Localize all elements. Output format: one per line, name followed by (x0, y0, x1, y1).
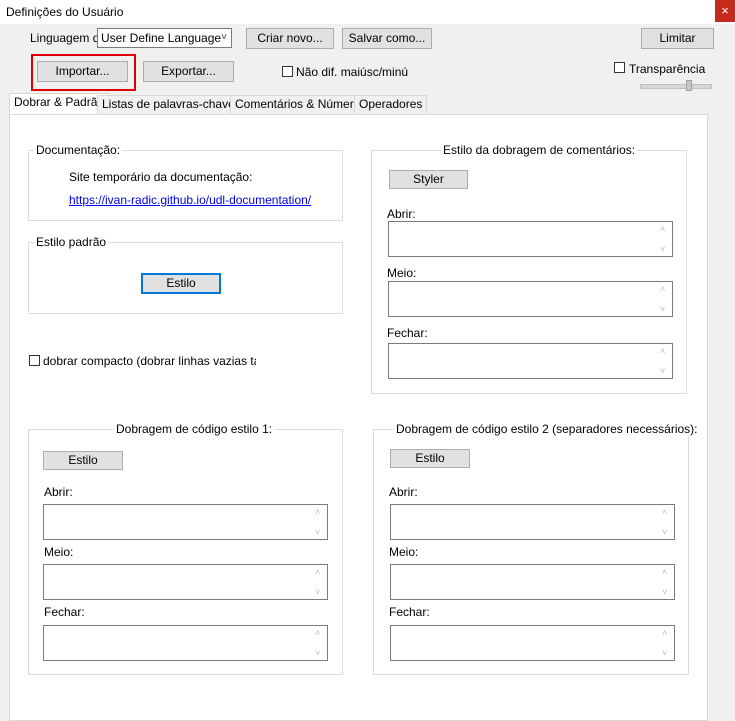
export-button[interactable]: Exportar... (143, 61, 234, 82)
title-bar: Definições do Usuário × (0, 0, 735, 24)
comment-fold-open-input[interactable]: ˄ ˅ (388, 221, 673, 257)
comment-fold-close-label: Fechar: (387, 326, 428, 340)
code-fold2-close-label: Fechar: (389, 605, 430, 619)
scroll-down-icon: ˅ (662, 648, 668, 658)
compact-fold-checkbox[interactable] (29, 355, 40, 366)
default-style-title: Estilo padrão (34, 235, 109, 249)
chevron-down-icon: ˅ (221, 32, 227, 43)
code-fold2-middle-input[interactable]: ˄ ˅ (390, 564, 675, 600)
comment-fold-close-scrollbar[interactable]: ˄ ˅ (656, 344, 672, 378)
scroll-down-icon: ˅ (315, 648, 321, 658)
transparency-label: Transparência (629, 62, 706, 76)
code-fold1-open-scrollbar[interactable]: ˄ ˅ (311, 505, 327, 539)
code-fold1-open-input[interactable]: ˄ ˅ (43, 504, 328, 540)
comment-fold-open-label: Abrir: (387, 207, 416, 221)
scroll-down-icon: ˅ (660, 366, 666, 376)
code-fold1-style-button[interactable]: Estilo (43, 451, 123, 470)
transparency-checkbox[interactable] (614, 62, 625, 73)
comment-fold-title: Estilo da dobragem de comentários: (441, 143, 638, 157)
documentation-group (28, 150, 343, 221)
comment-fold-middle-label: Meio: (387, 266, 417, 280)
scroll-up-icon: ˄ (660, 284, 666, 294)
code-fold2-middle-scrollbar[interactable]: ˄ ˅ (658, 565, 674, 599)
close-icon[interactable]: × (715, 0, 735, 22)
code-fold2-open-scrollbar[interactable]: ˄ ˅ (658, 505, 674, 539)
code-fold2-middle-label: Meio: (389, 545, 419, 559)
default-style-button[interactable]: Estilo (141, 273, 221, 294)
code-fold2-open-label: Abrir: (389, 485, 418, 499)
language-label: Linguagem do (30, 31, 107, 45)
temp-site-label: Site temporário da documentação: (69, 170, 253, 184)
code-fold1-middle-label: Meio: (44, 545, 74, 559)
tab-operators[interactable]: Operadores (354, 95, 428, 114)
code-fold1-title: Dobragem de código estilo 1: (114, 422, 275, 436)
comment-fold-middle-scrollbar[interactable]: ˄ ˅ (656, 282, 672, 316)
tab-keyword-lists[interactable]: Listas de palavras-chave (97, 95, 240, 114)
comment-fold-styler-button[interactable]: Styler (389, 170, 468, 189)
save-as-button[interactable]: Salvar como... (342, 28, 432, 49)
documentation-title: Documentação: (34, 143, 123, 157)
dock-button[interactable]: Limitar (641, 28, 714, 49)
scroll-up-icon: ˄ (660, 224, 666, 234)
code-fold1-middle-scrollbar[interactable]: ˄ ˅ (311, 565, 327, 599)
import-button[interactable]: Importar... (37, 61, 128, 82)
scroll-up-icon: ˄ (662, 507, 668, 517)
language-select[interactable]: User Define Language ˅ (97, 28, 232, 48)
documentation-link[interactable]: https://ivan-radic.github.io/udl-documen… (69, 193, 311, 207)
scroll-up-icon: ˄ (315, 567, 321, 577)
scroll-down-icon: ˅ (315, 527, 321, 537)
transparency-slider[interactable] (640, 84, 712, 89)
scroll-up-icon: ˄ (660, 346, 666, 356)
scroll-down-icon: ˅ (662, 527, 668, 537)
code-fold1-open-label: Abrir: (44, 485, 73, 499)
compact-fold-label: dobrar compacto (dobrar linhas vazias ta… (43, 354, 256, 368)
code-fold2-style-button[interactable]: Estilo (390, 449, 470, 468)
ignore-case-label: Não dif. maiúsc/minú (296, 65, 409, 79)
scroll-down-icon: ˅ (660, 244, 666, 254)
code-fold1-close-label: Fechar: (44, 605, 85, 619)
comment-fold-open-scrollbar[interactable]: ˄ ˅ (656, 222, 672, 256)
tab-fold-default[interactable]: Dobrar & Padrão (9, 93, 110, 115)
code-fold2-close-scrollbar[interactable]: ˄ ˅ (658, 626, 674, 660)
scroll-up-icon: ˄ (315, 628, 321, 638)
create-new-button[interactable]: Criar novo... (246, 28, 334, 49)
scroll-down-icon: ˅ (315, 587, 321, 597)
code-fold2-close-input[interactable]: ˄ ˅ (390, 625, 675, 661)
comment-fold-middle-input[interactable]: ˄ ˅ (388, 281, 673, 317)
code-fold2-open-input[interactable]: ˄ ˅ (390, 504, 675, 540)
code-fold1-close-input[interactable]: ˄ ˅ (43, 625, 328, 661)
code-fold1-middle-input[interactable]: ˄ ˅ (43, 564, 328, 600)
transparency-slider-thumb[interactable] (686, 80, 692, 91)
scroll-down-icon: ˅ (660, 304, 666, 314)
comment-fold-close-input[interactable]: ˄ ˅ (388, 343, 673, 379)
ignore-case-checkbox[interactable] (282, 66, 293, 77)
scroll-down-icon: ˅ (662, 587, 668, 597)
tab-comments-numbers[interactable]: Comentários & Números (230, 95, 372, 114)
scroll-up-icon: ˄ (662, 628, 668, 638)
code-fold1-close-scrollbar[interactable]: ˄ ˅ (311, 626, 327, 660)
code-fold2-title: Dobragem de código estilo 2 (separadores… (394, 422, 700, 436)
scroll-up-icon: ˄ (662, 567, 668, 577)
scroll-up-icon: ˄ (315, 507, 321, 517)
window-title: Definições do Usuário (6, 5, 124, 19)
language-select-value: User Define Language (101, 31, 222, 45)
